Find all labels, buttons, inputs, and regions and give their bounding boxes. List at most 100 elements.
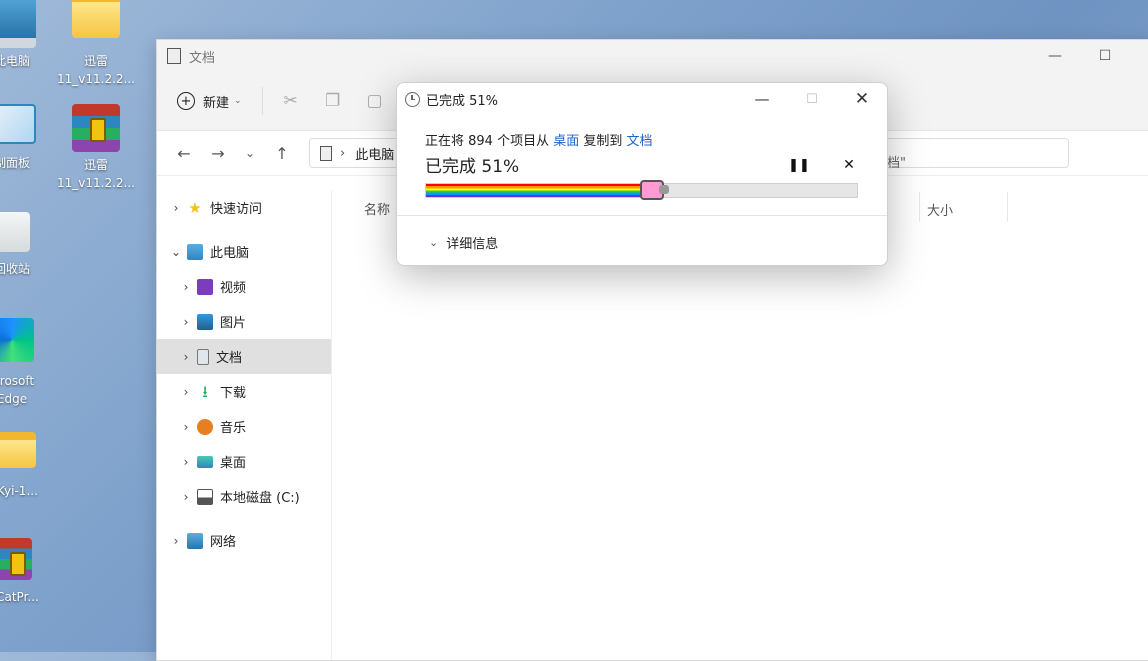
up-button[interactable]: ↑ (265, 144, 299, 163)
search-box-text[interactable]: 档" (887, 152, 906, 171)
desktop-icon-label: 此电脑 (0, 54, 30, 68)
chevron-right-icon: › (173, 533, 179, 548)
dialog-title: 已完成 51% (426, 93, 499, 109)
source-link[interactable]: 桌面 (553, 134, 579, 149)
sidebar-item-network[interactable]: › 网络 (157, 523, 331, 558)
copy-button[interactable]: ❐ (317, 85, 349, 117)
pause-button[interactable]: ❚❚ (788, 155, 810, 175)
folder-icon (0, 432, 36, 468)
desktop-icon-label: 制面板 (0, 156, 30, 170)
column-divider[interactable] (919, 192, 920, 222)
chevron-right-icon: › (183, 279, 189, 294)
nyan-cat-icon (639, 180, 669, 200)
sidebar-item-label: 快速访问 (210, 202, 263, 217)
close-icon: ✕ (843, 157, 855, 173)
cancel-copy-button[interactable]: ✕ (839, 155, 859, 175)
chevron-down-icon: ⌄ (244, 146, 256, 160)
desktop-icon-label: 回收站 (0, 262, 30, 276)
dialog-minimize-button[interactable]: — (739, 83, 785, 115)
sidebar-item-label: 桌面 (220, 456, 247, 471)
clipboard-icon: ▢ (366, 91, 383, 111)
back-button[interactable]: ← (167, 144, 201, 163)
desktop-icon-label: inCatPr... (0, 590, 39, 604)
desktop-icon-folder-kyi[interactable]: inKyi-1... (0, 432, 54, 500)
desktop-icon-this-pc[interactable]: 此电脑 (0, 0, 54, 70)
forward-button[interactable]: → (201, 144, 235, 163)
column-header-size[interactable]: 大小 (927, 200, 953, 219)
sidebar-item-label: 本地磁盘 (C:) (220, 491, 300, 506)
sidebar-item-this-pc[interactable]: ⌄ 此电脑 (157, 234, 331, 269)
chevron-right-icon: › (183, 384, 189, 399)
chevron-right-icon: › (183, 419, 189, 434)
sidebar-item-label: 网络 (210, 535, 237, 550)
arrow-left-icon: ← (177, 143, 191, 163)
edge-icon (0, 318, 34, 362)
plus-icon: + (177, 92, 195, 110)
drive-icon (197, 488, 213, 505)
scissors-icon: ✂ (283, 91, 298, 111)
sidebar-item-pictures[interactable]: › 图片 (157, 304, 331, 339)
progress-status-text: 已完成 51% (425, 157, 520, 177)
new-button[interactable]: + 新建 ⌄ (169, 86, 250, 117)
dialog-close-button[interactable]: ✕ (839, 83, 885, 115)
control-panel-icon (0, 104, 36, 144)
destination-link[interactable]: 文档 (627, 134, 653, 149)
copy-progress-dialog: 已完成 51% — ☐ ✕ 正在将 894 个项目从 桌面 复制到 文档 已完成… (396, 82, 888, 266)
network-icon (187, 532, 203, 549)
music-icon (197, 418, 213, 435)
progress-bar (425, 180, 858, 200)
sidebar-item-quick-access[interactable]: › ★ 快速访问 (157, 190, 331, 225)
dialog-maximize-button: ☐ (806, 91, 818, 107)
paste-button[interactable]: ▢ (359, 85, 391, 117)
cut-button[interactable]: ✂ (275, 85, 307, 117)
maximize-button[interactable]: ☐ (1082, 40, 1128, 72)
more-details-toggle[interactable]: ⌄ 详细信息 (429, 233, 498, 252)
window-titlebar: 文档 (157, 40, 1148, 72)
sidebar-item-downloads[interactable]: › ⭳ 下载 (157, 374, 331, 409)
sidebar-item-videos[interactable]: › 视频 (157, 269, 331, 304)
desktop-icon-label: 迅雷 11_v11.2.2... (57, 158, 135, 190)
document-icon (167, 48, 181, 64)
sidebar-item-music[interactable]: › 音乐 (157, 409, 331, 444)
desktop-icon-catpr-rar[interactable]: inCatPr... (0, 538, 54, 606)
desktop-icon-control-panel[interactable]: 制面板 (0, 104, 54, 172)
navigation-pane: › ★ 快速访问 ⌄ 此电脑 › 视频 › 图片 › 文档 › ⭳ 下载 › 音… (157, 190, 332, 660)
desktop-icon-xunlei-rar[interactable]: 迅雷 11_v11.2.2... (54, 104, 138, 192)
desktop-icon-label: icrosoft Edge (0, 374, 35, 406)
chevron-right-icon: › (183, 314, 189, 329)
arrow-right-icon: → (211, 143, 225, 163)
desktop-icon (197, 455, 213, 468)
computer-icon (187, 243, 203, 260)
dialog-divider (397, 215, 887, 216)
column-header-name[interactable]: 名称 (364, 199, 390, 218)
column-divider[interactable] (1007, 192, 1008, 222)
chevron-down-icon: ⌄ (234, 96, 242, 106)
new-button-label: 新建 (203, 95, 230, 111)
sidebar-item-documents[interactable]: › 文档 (157, 339, 331, 374)
toolbar-divider (261, 87, 263, 115)
recent-locations-button[interactable]: ⌄ (235, 146, 265, 160)
sidebar-item-local-disk[interactable]: › 本地磁盘 (C:) (157, 479, 331, 514)
winrar-icon (72, 104, 120, 152)
sidebar-item-label: 音乐 (220, 421, 247, 436)
desktop-icon-label: inKyi-1... (0, 484, 38, 498)
computer-icon (0, 0, 36, 48)
more-details-label: 详细信息 (446, 237, 499, 252)
document-icon (320, 145, 332, 161)
sidebar-item-label: 下载 (220, 386, 247, 401)
winrar-icon (0, 538, 32, 580)
chevron-right-icon: › (173, 200, 179, 215)
desktop-icon-recycle-bin[interactable]: 回收站 (0, 212, 54, 278)
breadcrumb-this-pc[interactable]: 此电脑 (355, 144, 394, 163)
chevron-right-icon: › (183, 349, 189, 364)
desktop-icon-xunlei-folder[interactable]: 迅雷 11_v11.2.2... (54, 0, 138, 88)
sidebar-item-desktop[interactable]: › 桌面 (157, 444, 331, 479)
video-icon (197, 278, 213, 295)
arrow-up-icon: ↑ (275, 143, 289, 163)
copy-description-prefix: 正在将 894 个项目从 (425, 134, 550, 149)
copy-description-mid: 复制到 (583, 134, 623, 149)
minimize-button[interactable]: — (1032, 40, 1078, 72)
sidebar-item-label: 图片 (220, 316, 247, 331)
desktop-icon-edge[interactable]: icrosoft Edge (0, 318, 54, 408)
copy-icon: ❐ (324, 91, 341, 111)
